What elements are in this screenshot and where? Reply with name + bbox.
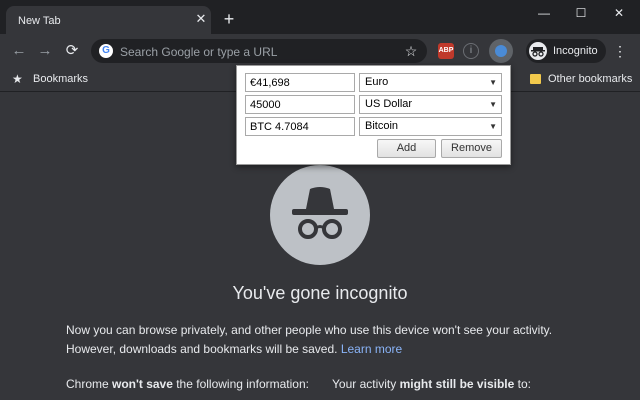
currency-converter-popup: Euro▼ US Dollar▼ Bitcoin▼ Add Remove: [236, 65, 511, 165]
new-tab-button[interactable]: +: [220, 10, 238, 28]
tab-title: New Tab: [18, 15, 61, 27]
currency-select-2[interactable]: US Dollar ▼: [359, 95, 502, 114]
minimize-button[interactable]: —: [533, 4, 555, 22]
profile-label: Incognito: [553, 45, 598, 57]
tab-new-tab[interactable]: New Tab ✕: [6, 6, 211, 34]
tab-close-icon[interactable]: ✕: [194, 12, 208, 26]
description-line-2-text: However, downloads and bookmarks will be…: [66, 342, 338, 356]
profile-button[interactable]: Incognito: [526, 39, 606, 63]
description-line-2: However, downloads and bookmarks will be…: [66, 340, 586, 359]
star-icon[interactable]: ☆: [403, 43, 419, 59]
amount-input-1[interactable]: [245, 73, 355, 92]
bookmarks-label[interactable]: Bookmarks: [33, 73, 88, 85]
incognito-icon: [529, 42, 547, 60]
reload-icon[interactable]: ⟳: [63, 42, 81, 60]
currency-converter-icon[interactable]: [489, 39, 513, 63]
google-icon: G: [99, 44, 113, 58]
description-line-1: Now you can browse privately, and other …: [66, 323, 553, 337]
forward-icon[interactable]: →: [36, 42, 54, 60]
might-be-visible-heading: Your activity might still be visible to:: [332, 377, 531, 391]
remove-button[interactable]: Remove: [441, 139, 502, 158]
currency-select-3[interactable]: Bitcoin ▼: [359, 117, 502, 136]
folder-icon: [530, 74, 541, 84]
amount-input-2[interactable]: [245, 95, 355, 114]
amount-input-3[interactable]: [245, 117, 355, 136]
incognito-icon: [270, 165, 370, 265]
bookmark-star-icon: ★: [12, 72, 23, 86]
add-button[interactable]: Add: [377, 139, 436, 158]
currency-select-1[interactable]: Euro ▼: [359, 73, 502, 92]
chevron-down-icon: ▼: [489, 78, 497, 87]
omnibox-placeholder: Search Google or type a URL: [120, 45, 278, 59]
tab-strip: New Tab ✕ + — ☐ ✕: [0, 0, 640, 34]
chevron-down-icon: ▼: [489, 100, 497, 109]
maximize-button[interactable]: ☐: [570, 4, 592, 22]
other-bookmarks[interactable]: Other bookmarks: [548, 73, 632, 85]
window-close-button[interactable]: ✕: [608, 4, 630, 22]
back-icon[interactable]: ←: [10, 42, 28, 60]
chevron-down-icon: ▼: [489, 122, 497, 131]
wont-save-heading: Chrome won't save the following informat…: [66, 377, 309, 391]
toolbar: ← → ⟳ G Search Google or type a URL ☆ AB…: [0, 34, 640, 68]
learn-more-link[interactable]: Learn more: [341, 342, 402, 356]
abp-icon[interactable]: ABP: [438, 43, 454, 59]
incognito-description: Now you can browse privately, and other …: [66, 321, 586, 359]
omnibox[interactable]: G Search Google or type a URL ☆: [91, 39, 427, 63]
menu-icon[interactable]: ⋮: [612, 42, 628, 60]
page-title: You've gone incognito: [232, 283, 408, 303]
info-icon[interactable]: i: [463, 43, 479, 59]
